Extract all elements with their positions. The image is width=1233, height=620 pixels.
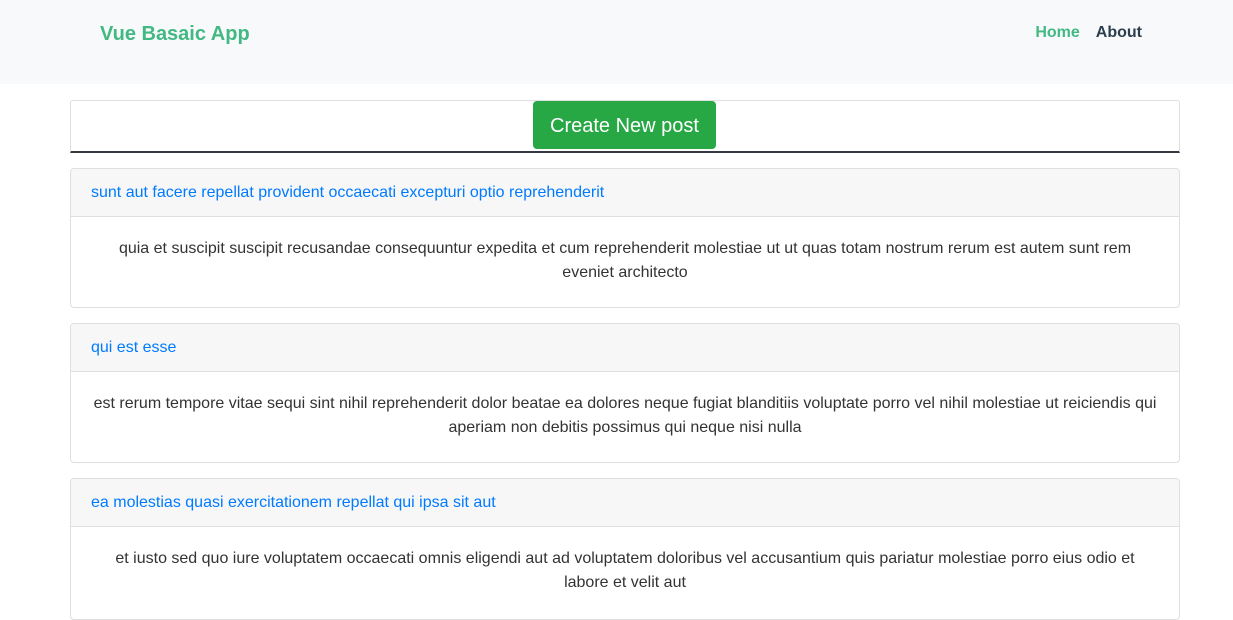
create-post-bar: Create New post — [70, 100, 1180, 153]
app-brand[interactable]: Vue Basaic App — [100, 22, 250, 46]
nav-links: Home About — [1035, 23, 1142, 43]
post-card: ea molestias quasi exercitationem repell… — [70, 478, 1180, 620]
post-body: quia et suscipit suscipit recusandae con… — [118, 240, 1132, 281]
top-navbar: Vue Basaic App Home About — [0, 0, 1233, 84]
post-body: et iusto sed quo iure voluptatem occaeca… — [115, 550, 1135, 591]
create-new-post-button[interactable]: Create New post — [533, 101, 716, 149]
post-card: qui est esse est rerum tempore vitae seq… — [70, 323, 1180, 463]
post-title-link[interactable]: qui est esse — [71, 324, 1179, 372]
post-card: sunt aut facere repellat provident occae… — [70, 168, 1180, 308]
post-title-link[interactable]: sunt aut facere repellat provident occae… — [71, 169, 1179, 217]
nav-link-about[interactable]: About — [1096, 23, 1142, 43]
nav-link-home[interactable]: Home — [1035, 23, 1079, 43]
post-body: est rerum tempore vitae sequi sint nihil… — [93, 395, 1157, 436]
post-title-link[interactable]: ea molestias quasi exercitationem repell… — [71, 479, 1179, 527]
